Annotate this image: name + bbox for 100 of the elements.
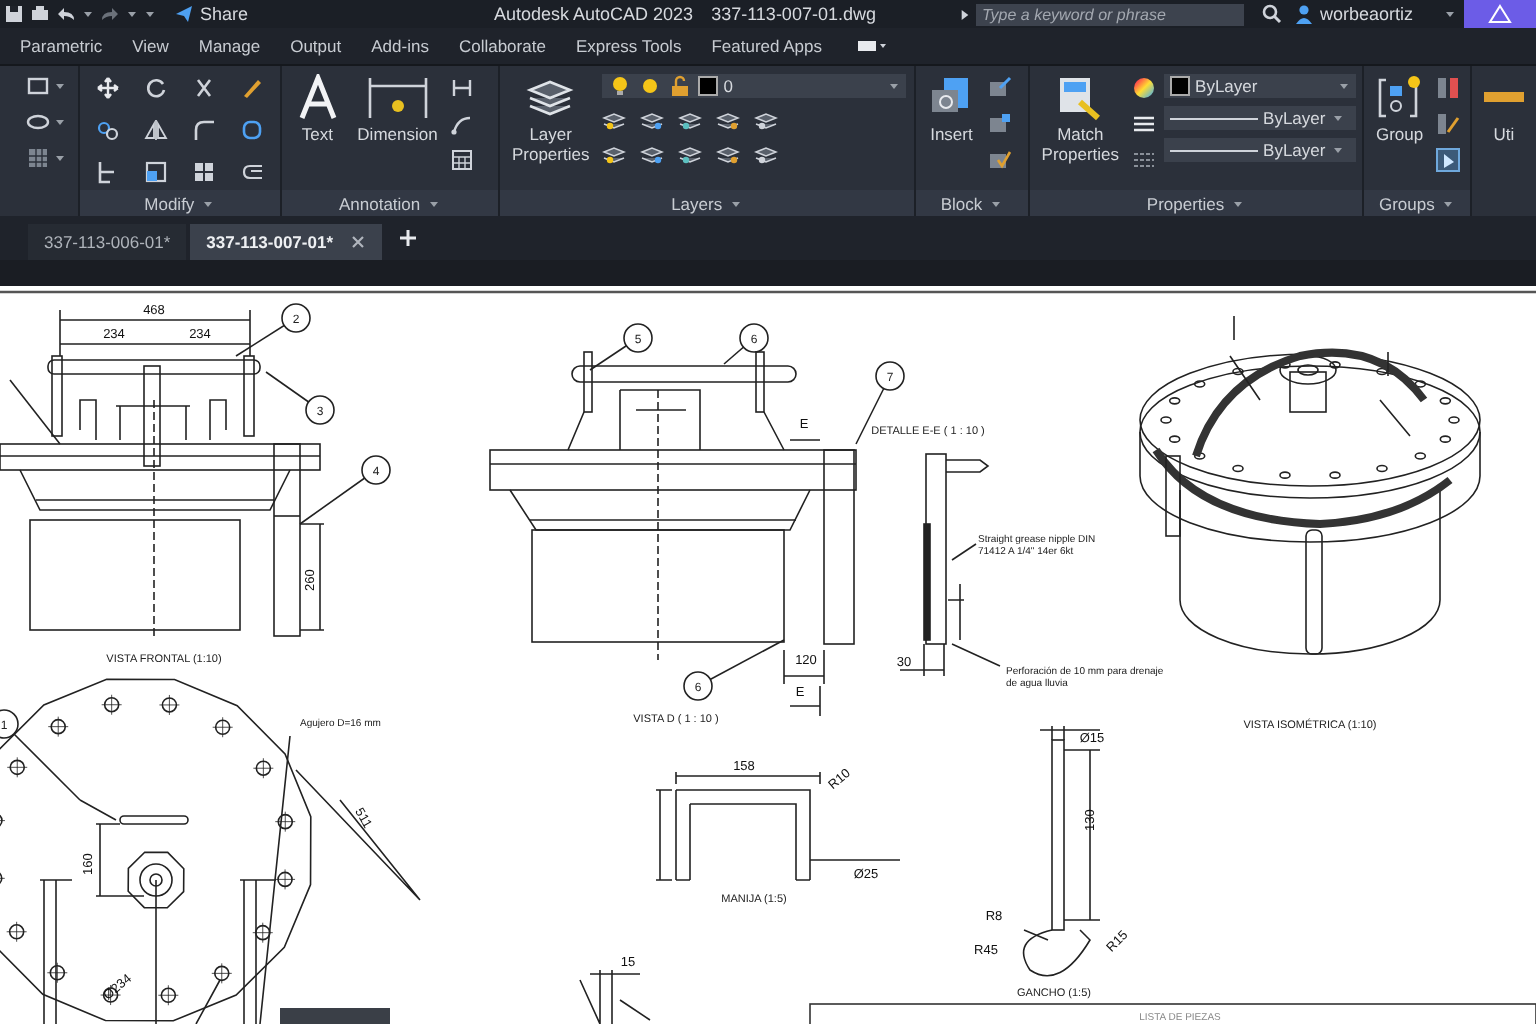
group-button[interactable]: Group <box>1371 74 1428 146</box>
layer-tool-icon[interactable] <box>601 142 626 166</box>
share-button[interactable]: Share <box>170 4 253 24</box>
padlock-icon <box>667 74 692 98</box>
ribbon-tab[interactable]: Parametric <box>20 36 103 56</box>
caret-icon <box>887 80 900 92</box>
sun-icon <box>637 74 662 98</box>
alert-button[interactable] <box>1464 0 1536 28</box>
layer-tool-icon[interactable] <box>677 142 702 166</box>
layer-tool-icon[interactable] <box>639 108 664 132</box>
block-edit-icon[interactable] <box>987 76 1012 100</box>
panel-title[interactable]: Block <box>915 190 1028 216</box>
scale-icon[interactable] <box>143 160 168 184</box>
hatch-icon[interactable] <box>25 146 50 170</box>
layer-tool-icon[interactable] <box>677 108 702 132</box>
panel-title[interactable]: Modify <box>79 190 280 216</box>
user-name[interactable]: worbeaortiz <box>1320 4 1414 24</box>
array-grid-icon[interactable] <box>191 160 216 184</box>
paintbrush-window-icon <box>1056 74 1105 122</box>
caret-icon <box>1442 197 1455 209</box>
layer-tool-icon[interactable] <box>715 108 740 132</box>
close-icon[interactable] <box>349 234 366 250</box>
caret-icon <box>1331 144 1344 156</box>
group-edit-icon[interactable] <box>1435 112 1460 136</box>
lightbulb-icon <box>607 74 632 98</box>
utilities-button[interactable]: Uti <box>1479 74 1528 146</box>
move-arrows-icon[interactable] <box>95 76 120 100</box>
leader-icon[interactable] <box>449 112 474 136</box>
ribbon-tab[interactable]: Manage <box>198 36 261 56</box>
caret-icon <box>1331 112 1344 124</box>
color-wheel-icon[interactable] <box>1131 76 1156 100</box>
table-icon[interactable] <box>449 148 474 172</box>
layer-tool-icon[interactable] <box>753 108 778 132</box>
insert-button[interactable]: Insert <box>923 74 980 146</box>
caret-icon <box>1337 80 1350 92</box>
paper-plane-icon <box>174 4 194 24</box>
fillet-icon[interactable] <box>191 118 216 142</box>
linear-dimension-icon[interactable] <box>449 76 474 100</box>
color-dropdown[interactable]: ByLayer <box>1163 74 1356 98</box>
layer-tool-icon[interactable] <box>753 142 778 166</box>
ribbon-tab[interactable]: Express Tools <box>575 36 682 56</box>
group-select-icon[interactable] <box>1435 148 1460 172</box>
panel-title[interactable]: Properties <box>1029 190 1362 216</box>
ribbon-tab[interactable]: Collaborate <box>458 36 546 56</box>
dimension-icon <box>363 74 432 122</box>
save-icon[interactable] <box>4 4 24 24</box>
ribbon-tab[interactable]: View <box>132 36 169 56</box>
copy-icon[interactable] <box>95 118 120 142</box>
rounded-shape-icon[interactable] <box>239 118 264 142</box>
window-title: Autodesk AutoCAD 2023 <box>494 4 694 24</box>
search-icon[interactable] <box>1262 4 1282 24</box>
ellipse-icon[interactable] <box>25 110 50 134</box>
undo-icon[interactable] <box>56 4 76 24</box>
plus-icon[interactable] <box>397 228 418 248</box>
lineweight-dropdown[interactable]: ByLayer <box>1163 106 1356 130</box>
warning-triangle-icon <box>1488 4 1512 24</box>
ungroup-icon[interactable] <box>1435 76 1460 100</box>
dimension-tool-button[interactable]: Dimension <box>353 74 442 146</box>
triangle-arrow-icon <box>960 7 970 21</box>
caret-icon[interactable] <box>1443 8 1456 20</box>
rotate-icon[interactable] <box>143 76 168 100</box>
caret-icon[interactable] <box>53 152 66 164</box>
brush-icon[interactable] <box>239 76 264 100</box>
user-icon[interactable] <box>1294 4 1314 24</box>
block-attribute-icon[interactable] <box>987 112 1012 136</box>
ribbon-tab[interactable]: Featured Apps <box>711 36 822 56</box>
rectangle-icon[interactable] <box>25 74 50 98</box>
layer-dropdown[interactable]: 0 <box>601 74 906 98</box>
caret-icon <box>202 197 215 209</box>
document-tab[interactable]: 337-113-007-01* <box>190 224 382 260</box>
caret-icon[interactable] <box>53 116 66 128</box>
layer-properties-button[interactable]: Layer Properties <box>507 74 594 166</box>
layer-tool-icon[interactable] <box>601 108 626 132</box>
caret-icon[interactable] <box>82 8 94 20</box>
ribbon-tab[interactable]: Add-ins <box>371 36 429 56</box>
linetype-icon[interactable] <box>1131 148 1156 172</box>
stretch-icon[interactable] <box>95 160 120 184</box>
block-check-icon[interactable] <box>987 148 1012 172</box>
offset-icon[interactable] <box>239 160 264 184</box>
redo-icon[interactable] <box>100 4 120 24</box>
layer-tool-icon[interactable] <box>639 142 664 166</box>
panel-title[interactable]: Groups <box>1363 190 1470 216</box>
linetype-dropdown[interactable]: ByLayer <box>1163 138 1356 162</box>
mirror-icon[interactable] <box>143 118 168 142</box>
file-name: 337-113-007-01.dwg <box>711 4 876 24</box>
printer-icon[interactable] <box>30 4 50 24</box>
text-tool-button[interactable]: Text <box>289 74 346 146</box>
caret-icon[interactable] <box>53 80 66 92</box>
trim-icon[interactable] <box>191 76 216 100</box>
ribbon-tab[interactable]: Output <box>290 36 342 56</box>
bracket-group-icon <box>1375 74 1424 122</box>
match-properties-button[interactable]: Match Properties <box>1037 74 1124 166</box>
toggle-panel-icon[interactable] <box>856 38 888 54</box>
search-field[interactable]: Type a keyword or phrase <box>976 3 1244 25</box>
layer-tool-icon[interactable] <box>715 142 740 166</box>
panel-title[interactable]: Annotation <box>281 190 498 216</box>
lineweight-icon[interactable] <box>1131 112 1156 136</box>
panel-title[interactable]: Layers <box>499 190 914 216</box>
document-tab[interactable]: 337-113-006-01* <box>28 224 187 260</box>
caret-icon <box>990 197 1003 209</box>
